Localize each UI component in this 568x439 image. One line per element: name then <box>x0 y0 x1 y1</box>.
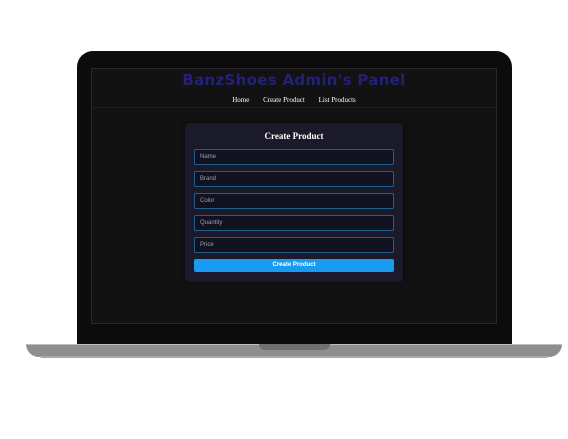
nav-divider <box>92 107 496 108</box>
name-input[interactable]: Name <box>194 149 394 165</box>
nav-bar: Home Create Product List Products <box>92 96 496 104</box>
form-title: Create Product <box>264 131 324 141</box>
laptop-foot <box>40 356 548 358</box>
nav-link-create-product[interactable]: Create Product <box>263 96 305 104</box>
price-input[interactable]: Price <box>194 237 394 253</box>
laptop-notch <box>259 344 330 350</box>
page-title: BanzShoes Admin's Panel <box>182 71 406 89</box>
create-product-card: Create Product Name Brand Color Quantity… <box>185 123 403 282</box>
nav-link-list-products[interactable]: List Products <box>319 96 356 104</box>
brand-input[interactable]: Brand <box>194 171 394 187</box>
color-input[interactable]: Color <box>194 193 394 209</box>
laptop-screen: BanzShoes Admin's Panel Home Create Prod… <box>91 68 497 324</box>
create-product-button[interactable]: Create Product <box>194 259 394 272</box>
quantity-input[interactable]: Quantity <box>194 215 394 231</box>
nav-link-home[interactable]: Home <box>232 96 249 104</box>
